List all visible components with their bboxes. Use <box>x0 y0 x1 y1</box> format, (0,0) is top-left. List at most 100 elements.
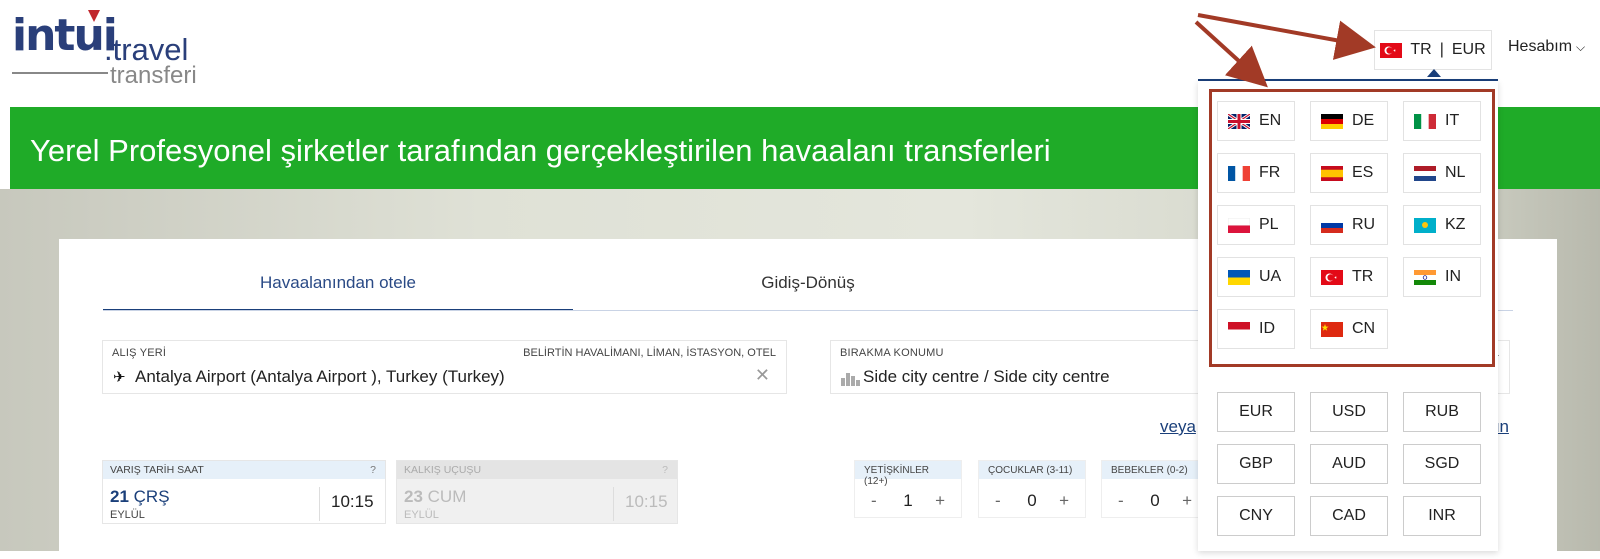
currency-option-eur[interactable]: EUR <box>1217 392 1295 432</box>
language-code: DE <box>1352 112 1375 129</box>
arrival-time[interactable]: 10:15 <box>331 492 374 512</box>
flag-in-icon <box>1414 269 1436 285</box>
language-option-tr[interactable]: TR <box>1310 257 1388 297</box>
locale-separator: | <box>1439 41 1444 58</box>
arrival-date[interactable]: 21 ÇRŞ <box>110 487 170 507</box>
airplane-icon: ✈ <box>113 369 126 386</box>
pickup-hint: BELİRTİN HAVALİMANI, LİMAN, İSTASYON, OT… <box>523 347 776 359</box>
flag-pl-icon <box>1228 217 1250 233</box>
account-menu[interactable]: Hesabım ⌵ <box>1508 38 1585 56</box>
locale-country: TR <box>1410 41 1432 58</box>
language-option-pl[interactable]: PL <box>1217 205 1295 245</box>
city-icon <box>841 371 861 390</box>
logo-divider <box>12 72 108 74</box>
infants-label: BEBEKLER (0-2) <box>1102 461 1208 479</box>
adults-value: 1 <box>903 491 913 510</box>
language-code: NL <box>1445 164 1466 181</box>
account-label: Hesabım <box>1508 38 1573 55</box>
tab-label: Havaalanından otele <box>260 273 416 292</box>
logo-mark-icon <box>88 10 100 22</box>
arrival-label: VARIŞ TARİH SAAT <box>103 461 385 479</box>
language-option-fr[interactable]: FR <box>1217 153 1295 193</box>
departure-day-num: 23 <box>404 487 423 506</box>
infants-counter: BEBEKLER (0-2) - 0 + <box>1101 460 1209 518</box>
flag-tr-icon <box>1321 269 1343 285</box>
arrival-datetime[interactable]: VARIŞ TARİH SAAT ? 21 ÇRŞ EYLÜL 10:15 <box>102 460 386 524</box>
flag-id-icon <box>1228 321 1250 337</box>
locale-currency-button[interactable]: TR | EUR <box>1374 30 1492 77</box>
children-counter: ÇOCUKLAR (3-11) - 0 + <box>978 460 1086 518</box>
tab-label: Gidiş-Dönüş <box>761 273 855 292</box>
flag-de-icon <box>1321 113 1343 129</box>
arrival-month: EYLÜL <box>110 509 145 521</box>
chevron-down-icon: ⌵ <box>1576 40 1586 54</box>
help-icon: ? <box>662 464 668 476</box>
children-value: 0 <box>1027 491 1037 510</box>
currency-option-aud[interactable]: AUD <box>1310 444 1388 484</box>
language-option-de[interactable]: DE <box>1310 101 1388 141</box>
adults-label: YETİŞKİNLER (12+) <box>855 461 961 487</box>
pickup-field[interactable]: ALIŞ YERİ BELİRTİN HAVALİMANI, LİMAN, İS… <box>102 340 787 394</box>
language-option-cn[interactable]: CN <box>1310 309 1388 349</box>
adults-counter: YETİŞKİNLER (12+) - 1 + <box>854 460 962 518</box>
currency-option-cad[interactable]: CAD <box>1310 496 1388 536</box>
site-logo[interactable]: intui .travel transferi <box>12 10 212 90</box>
departure-date: 23 CUM <box>404 487 466 507</box>
currency-option-cny[interactable]: CNY <box>1217 496 1295 536</box>
language-code: KZ <box>1445 216 1466 233</box>
currency-option-sgd[interactable]: SGD <box>1403 444 1481 484</box>
infants-value: 0 <box>1150 491 1160 510</box>
language-code: FR <box>1259 164 1281 181</box>
flag-cn-icon <box>1321 321 1343 337</box>
language-code: ID <box>1259 320 1275 337</box>
language-option-id[interactable]: ID <box>1217 309 1295 349</box>
language-code: TR <box>1352 268 1374 285</box>
time-divider <box>613 487 614 521</box>
language-option-kz[interactable]: KZ <box>1403 205 1481 245</box>
departure-time: 10:15 <box>625 492 668 511</box>
departure-month: EYLÜL <box>404 509 439 521</box>
language-option-ru[interactable]: RU <box>1310 205 1388 245</box>
plus-button[interactable]: + <box>1059 491 1069 511</box>
logo-tagline: transferi <box>110 62 197 89</box>
language-code: IN <box>1445 268 1461 285</box>
flag-it-icon <box>1414 113 1436 129</box>
or-link[interactable]: veya <box>1160 417 1196 437</box>
pickup-input[interactable]: Antalya Airport (Antalya Airport ), Turk… <box>135 367 505 387</box>
plus-button[interactable]: + <box>1182 491 1192 511</box>
language-option-in[interactable]: IN <box>1403 257 1481 297</box>
language-code: ES <box>1352 164 1374 181</box>
currency-option-rub[interactable]: RUB <box>1403 392 1481 432</box>
language-option-es[interactable]: ES <box>1310 153 1388 193</box>
tab-airport-to-hotel[interactable]: Havaalanından otele <box>103 267 573 311</box>
children-label: ÇOCUKLAR (3-11) <box>979 461 1085 479</box>
currency-option-gbp[interactable]: GBP <box>1217 444 1295 484</box>
currency-option-inr[interactable]: INR <box>1403 496 1481 536</box>
locale-currency: EUR <box>1451 41 1486 58</box>
language-option-nl[interactable]: NL <box>1403 153 1481 193</box>
dropoff-input[interactable]: Side city centre / Side city centre <box>863 367 1110 387</box>
flag-gb-icon <box>1228 113 1250 129</box>
flag-ua-icon <box>1228 269 1250 285</box>
hero-title: Yerel Profesyonel şirketler tarafından g… <box>30 133 1051 168</box>
arrival-day-num: 21 <box>110 487 129 506</box>
currency-option-usd[interactable]: USD <box>1310 392 1388 432</box>
logo-main: intui <box>12 10 118 61</box>
arrival-day-name: ÇRŞ <box>133 487 170 506</box>
flag-fr-icon <box>1228 165 1250 181</box>
plus-button[interactable]: + <box>935 491 945 511</box>
pickup-label: ALIŞ YERİ <box>112 347 167 359</box>
clear-icon[interactable]: ✕ <box>755 365 770 386</box>
language-code: RU <box>1352 216 1376 233</box>
tab-round-trip[interactable]: Gidiş-Dönüş <box>573 267 1043 311</box>
language-option-ua[interactable]: UA <box>1217 257 1295 297</box>
flag-ru-icon <box>1321 217 1343 233</box>
flag-es-icon <box>1321 165 1343 181</box>
flag-kz-icon <box>1414 217 1436 233</box>
language-option-it[interactable]: IT <box>1403 101 1481 141</box>
language-option-en[interactable]: EN <box>1217 101 1295 141</box>
flag-nl-icon <box>1414 165 1436 181</box>
help-icon[interactable]: ? <box>370 464 376 476</box>
departure-label: KALKIŞ UÇUŞU <box>397 461 677 479</box>
flag-tr-icon <box>1380 42 1403 58</box>
